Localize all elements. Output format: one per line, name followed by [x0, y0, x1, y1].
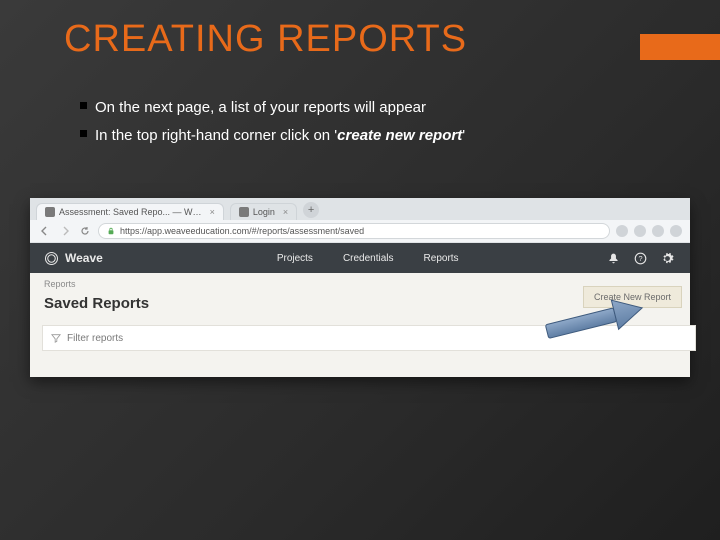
nav-credentials[interactable]: Credentials [343, 253, 394, 264]
filter-reports-input[interactable]: Filter reports [42, 325, 696, 351]
app-nav: Projects Credentials Reports [277, 253, 459, 264]
square-bullet-icon [80, 130, 87, 137]
svg-text:?: ? [638, 253, 642, 262]
filter-placeholder: Filter reports [67, 333, 123, 344]
page-title: Saved Reports [44, 295, 149, 312]
help-icon[interactable]: ? [634, 252, 647, 265]
reload-button[interactable] [78, 224, 92, 238]
forward-button[interactable] [58, 224, 72, 238]
tab-title: Login [253, 207, 275, 217]
create-new-report-button[interactable]: Create New Report [583, 286, 682, 308]
breadcrumb[interactable]: Reports [44, 279, 76, 289]
lock-icon [107, 227, 115, 235]
brand[interactable]: Weave [30, 251, 117, 266]
address-bar[interactable]: https://app.weaveeducation.com/#/reports… [98, 223, 610, 239]
extension-icon[interactable] [634, 225, 646, 237]
toolbar-extensions [616, 225, 682, 237]
favicon-icon [239, 207, 249, 217]
bullet-text: On the next page, a list of your reports… [95, 96, 426, 120]
url-text: https://app.weaveeducation.com/#/reports… [120, 226, 364, 236]
browser-toolbar: https://app.weaveeducation.com/#/reports… [30, 220, 690, 243]
bullet-text: In the top right-hand corner click on 'c… [95, 124, 465, 148]
bullet-list: On the next page, a list of your reports… [80, 96, 465, 152]
slide-title: CREATING REPORTS [64, 18, 467, 61]
browser-tab-active[interactable]: Assessment: Saved Repo... — W… × [36, 203, 224, 220]
nav-projects[interactable]: Projects [277, 253, 313, 264]
square-bullet-icon [80, 102, 87, 109]
accent-stripe [640, 34, 720, 60]
filter-icon [51, 333, 61, 343]
browser-tabstrip: Assessment: Saved Repo... — W… × Login ×… [30, 198, 690, 220]
app-header-icons: ? [607, 252, 690, 265]
app-header: Weave Projects Credentials Reports ? [30, 243, 690, 273]
bell-icon[interactable] [607, 252, 620, 265]
brand-name: Weave [65, 251, 103, 265]
profile-avatar-icon[interactable] [670, 225, 682, 237]
extension-icon[interactable] [616, 225, 628, 237]
app-page: Reports Saved Reports Create New Report … [30, 273, 690, 377]
extension-icon[interactable] [652, 225, 664, 237]
back-button[interactable] [38, 224, 52, 238]
tab-title: Assessment: Saved Repo... — W… [59, 207, 202, 217]
embedded-browser-screenshot: Assessment: Saved Repo... — W… × Login ×… [30, 198, 690, 376]
nav-reports[interactable]: Reports [424, 253, 459, 264]
new-tab-button[interactable]: + [303, 202, 319, 218]
close-tab-icon[interactable]: × [283, 207, 288, 217]
weave-logo-icon [44, 251, 59, 266]
bullet-item: On the next page, a list of your reports… [80, 96, 465, 120]
close-tab-icon[interactable]: × [210, 207, 215, 217]
bullet-item: In the top right-hand corner click on 'c… [80, 124, 465, 148]
browser-tab[interactable]: Login × [230, 203, 297, 220]
favicon-icon [45, 207, 55, 217]
gear-icon[interactable] [661, 252, 674, 265]
